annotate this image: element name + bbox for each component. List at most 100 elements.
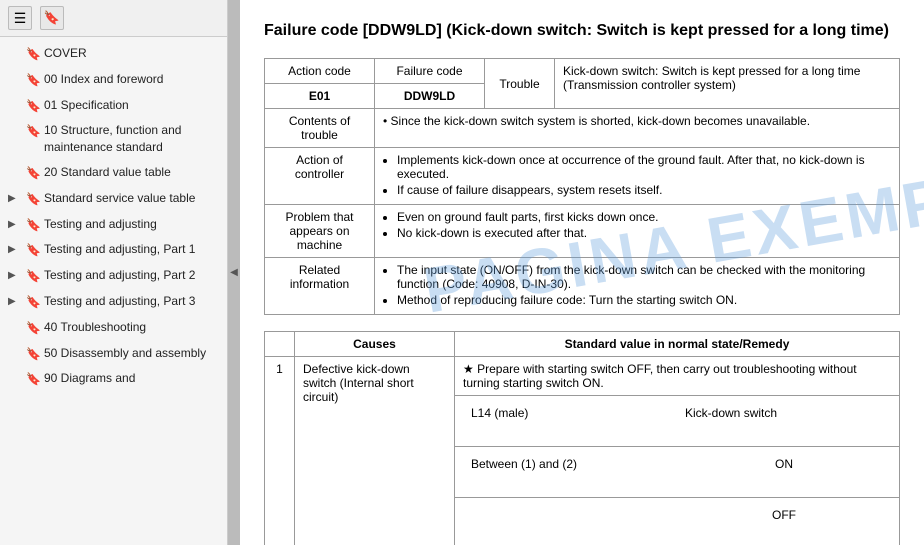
sidebar: ☰ 🔖 🔖 COVER 🔖 00 Index and foreword 🔖 01… bbox=[0, 0, 228, 545]
between-label-2 bbox=[463, 503, 677, 527]
page-icon: 🔖 bbox=[26, 191, 40, 208]
menu-icon: ☰ bbox=[14, 10, 27, 27]
problem-machine-label: Problem that appears on machine bbox=[265, 205, 375, 258]
failure-code-value: DDW9LD bbox=[375, 84, 485, 109]
sidebar-item-00-index[interactable]: 🔖 00 Index and foreword bbox=[0, 67, 227, 93]
sidebar-item-label: Testing and adjusting, Part 3 bbox=[44, 293, 219, 310]
sidebar-item-01-spec[interactable]: 🔖 01 Specification bbox=[0, 93, 227, 119]
page-title: Failure code [DDW9LD] (Kick-down switch:… bbox=[264, 20, 900, 42]
sidebar-item-label: 01 Specification bbox=[44, 97, 219, 114]
menu-button[interactable]: ☰ bbox=[8, 6, 32, 30]
page-icon: 🔖 bbox=[26, 320, 40, 337]
sidebar-item-50-disassembly[interactable]: 🔖 50 Disassembly and assembly bbox=[0, 341, 227, 367]
switch-label: Kick-down switch bbox=[677, 401, 891, 425]
page-icon: 🔖 bbox=[26, 46, 40, 63]
expand-arrow bbox=[8, 99, 22, 113]
expand-arrow bbox=[8, 73, 22, 87]
bookmark-icon: 🔖 bbox=[44, 10, 60, 26]
sidebar-item-40-trouble[interactable]: 🔖 40 Troubleshooting bbox=[0, 315, 227, 341]
page-icon: 🔖 bbox=[26, 98, 40, 115]
failure-code-table: Action code Failure code Trouble Kick-do… bbox=[264, 58, 900, 315]
inner-measure-table: L14 (male) Kick-down switch bbox=[463, 401, 891, 425]
expand-arrow: ▶ bbox=[8, 192, 22, 206]
expand-arrow bbox=[8, 124, 22, 138]
action-controller-label: Action of controller bbox=[265, 148, 375, 205]
sidebar-item-label: Testing and adjusting, Part 1 bbox=[44, 241, 219, 258]
action-item-1: Implements kick-down once at occurrence … bbox=[397, 153, 891, 181]
causes-col-causes: Causes bbox=[295, 332, 455, 357]
sidebar-item-standard-service[interactable]: ▶ 🔖 Standard service value table bbox=[0, 186, 227, 212]
related-item-2: Method of reproducing failure code: Turn… bbox=[397, 293, 891, 307]
sidebar-item-label: Testing and adjusting bbox=[44, 216, 219, 233]
expand-arrow bbox=[8, 347, 22, 361]
related-info-value: The input state (ON/OFF) from the kick-d… bbox=[375, 258, 900, 315]
sidebar-item-10-structure[interactable]: 🔖 10 Structure, function and maintenance… bbox=[0, 118, 227, 160]
sidebar-item-label: 90 Diagrams and bbox=[44, 370, 219, 387]
expand-arrow: ▶ bbox=[8, 269, 22, 283]
expand-arrow: ▶ bbox=[8, 295, 22, 309]
measurement-on-row: Between (1) and (2) ON bbox=[455, 447, 900, 498]
sidebar-item-label: 40 Troubleshooting bbox=[44, 319, 219, 336]
sidebar-item-90-diagrams[interactable]: 🔖 90 Diagrams and bbox=[0, 366, 227, 392]
sidebar-item-testing-adj-1[interactable]: ▶ 🔖 Testing and adjusting, Part 1 bbox=[0, 237, 227, 263]
trouble-label: Trouble bbox=[485, 59, 555, 109]
page-icon: 🔖 bbox=[26, 346, 40, 363]
measurement-off-row: OFF bbox=[455, 498, 900, 545]
causes-col-standard: Standard value in normal state/Remedy bbox=[455, 332, 900, 357]
failure-description: Kick-down switch: Switch is kept pressed… bbox=[555, 59, 900, 109]
on-value: ON bbox=[677, 452, 891, 476]
page-icon: 🔖 bbox=[26, 165, 40, 182]
main-content: PAGINA EXEMPLU Failure code [DDW9LD] (Ki… bbox=[240, 0, 924, 545]
sidebar-toolbar: ☰ 🔖 bbox=[0, 0, 227, 37]
sidebar-item-label: 50 Disassembly and assembly bbox=[44, 345, 219, 362]
header-failure-code: Failure code bbox=[375, 59, 485, 84]
related-info-label: Related information bbox=[265, 258, 375, 315]
sidebar-item-label: Standard service value table bbox=[44, 190, 219, 207]
page-icon: 🔖 bbox=[26, 123, 40, 140]
sidebar-item-testing-adj-2[interactable]: ▶ 🔖 Testing and adjusting, Part 2 bbox=[0, 263, 227, 289]
header-action-code: Action code bbox=[265, 59, 375, 84]
page-icon: 🔖 bbox=[26, 294, 40, 311]
page-icon: 🔖 bbox=[26, 371, 40, 388]
sidebar-item-label: Testing and adjusting, Part 2 bbox=[44, 267, 219, 284]
causes-col-num bbox=[265, 332, 295, 357]
row-num: 1 bbox=[265, 357, 295, 545]
problem-machine-value: Even on ground fault parts, first kicks … bbox=[375, 205, 900, 258]
page-icon: 🔖 bbox=[26, 72, 40, 89]
expand-arrow bbox=[8, 321, 22, 335]
inner-off-table: OFF bbox=[463, 503, 891, 527]
sidebar-collapse-handle[interactable]: ◀ bbox=[228, 0, 240, 545]
action-code-value: E01 bbox=[265, 84, 375, 109]
page-icon: 🔖 bbox=[26, 242, 40, 259]
page-icon: 🔖 bbox=[26, 217, 40, 234]
expand-arrow: ▶ bbox=[8, 218, 22, 232]
problem-item-2: No kick-down is executed after that. bbox=[397, 226, 891, 240]
sidebar-item-testing-adj[interactable]: ▶ 🔖 Testing and adjusting bbox=[0, 212, 227, 238]
cause-label: Defective kick-down switch (Internal sho… bbox=[295, 357, 455, 545]
contents-trouble-value: • Since the kick-down switch system is s… bbox=[375, 109, 900, 148]
contents-trouble-label: Contents of trouble bbox=[265, 109, 375, 148]
measurement-header: L14 (male) Kick-down switch bbox=[455, 396, 900, 447]
failure-description-text: Kick-down switch: Switch is kept pressed… bbox=[563, 64, 860, 92]
point-label: L14 (male) bbox=[463, 401, 677, 425]
sidebar-item-label: 20 Standard value table bbox=[44, 164, 219, 181]
causes-table: Causes Standard value in normal state/Re… bbox=[264, 331, 900, 545]
expand-arrow: ▶ bbox=[8, 243, 22, 257]
sidebar-item-label: COVER bbox=[44, 45, 219, 62]
sidebar-navigation: 🔖 COVER 🔖 00 Index and foreword 🔖 01 Spe… bbox=[0, 37, 227, 545]
inner-on-table: Between (1) and (2) ON bbox=[463, 452, 891, 476]
sidebar-item-testing-adj-3[interactable]: ▶ 🔖 Testing and adjusting, Part 3 bbox=[0, 289, 227, 315]
sidebar-item-cover[interactable]: 🔖 COVER bbox=[0, 41, 227, 67]
action-item-2: If cause of failure disappears, system r… bbox=[397, 183, 891, 197]
expand-arrow bbox=[8, 372, 22, 386]
page-icon: 🔖 bbox=[26, 268, 40, 285]
sidebar-item-label: 00 Index and foreword bbox=[44, 71, 219, 88]
sidebar-item-label: 10 Structure, function and maintenance s… bbox=[44, 122, 219, 156]
between-label: Between (1) and (2) bbox=[463, 452, 677, 476]
off-value: OFF bbox=[677, 503, 891, 527]
bookmark-button[interactable]: 🔖 bbox=[40, 6, 64, 30]
expand-arrow bbox=[8, 166, 22, 180]
related-item-1: The input state (ON/OFF) from the kick-d… bbox=[397, 263, 891, 291]
prepare-instruction: ★ Prepare with starting switch OFF, then… bbox=[455, 357, 900, 396]
sidebar-item-20-standard[interactable]: 🔖 20 Standard value table bbox=[0, 160, 227, 186]
